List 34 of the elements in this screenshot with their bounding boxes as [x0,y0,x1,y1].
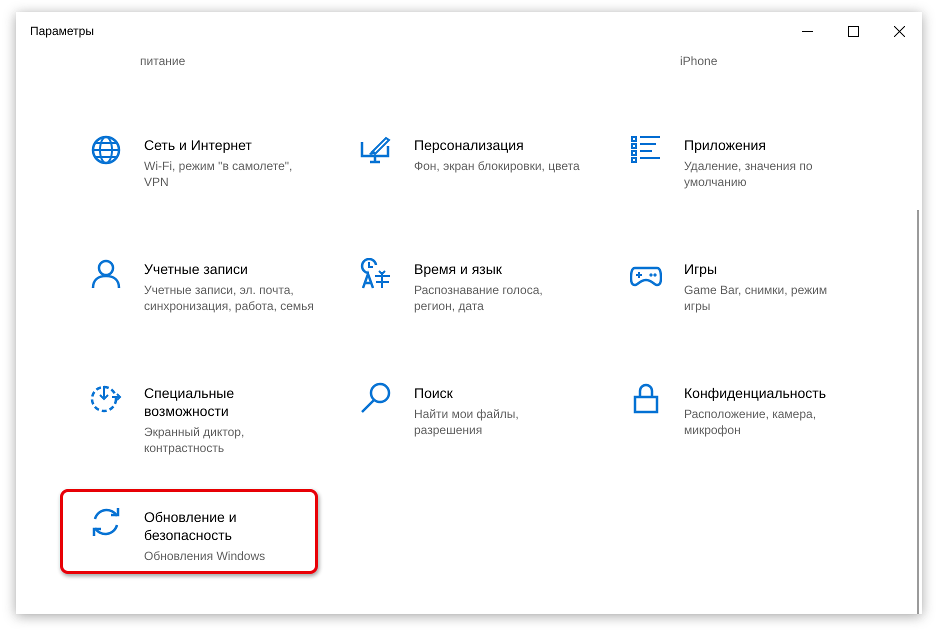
category-title: Поиск [414,384,454,402]
close-icon [894,26,904,36]
category-description: питание [140,54,186,68]
category-description: Фон, экран блокировки, цвета [414,158,581,174]
category-title: Специальные возможности [144,384,236,420]
clock-letters-icon [360,258,392,290]
window-title: Параметры [30,23,94,40]
category-title: Игры [684,260,718,278]
monitor-brush-icon [360,134,392,166]
category-description: Удаление, значения по умолчанию [684,158,814,190]
category-title: Приложения [684,136,767,154]
category-title: Время и язык [414,260,503,278]
scrollbar[interactable] [917,210,919,614]
category-description: Распознавание голоса, регион, дата [414,282,544,314]
minimize-icon [802,30,812,32]
category-description: Wi-Fi, режим "в самолете", VPN [144,158,294,190]
category-description: Game Bar, снимки, режим игры [684,282,828,314]
category-description: Учетные записи, эл. почта, синхронизация, работа, семья [144,282,314,314]
category-description: Найти мои файлы, разрешения [414,406,520,438]
category-description: Расположение, камера, микрофон [684,406,818,438]
globe-icon [90,134,122,166]
category-description: iPhone [680,54,718,68]
category-title: Конфиденциальность [684,384,828,402]
category-title: Обновление и безопасность [144,508,238,544]
person-icon [90,258,122,290]
list-icon [630,134,662,166]
sync-icon [90,506,122,538]
category-title: Учетные записи [144,260,249,278]
category-title: Персонализация [414,136,525,154]
maximize-icon [848,26,858,36]
category-title: Сеть и Интернет [144,136,253,154]
search-icon [360,382,392,414]
category-description: Обновления Windows [144,548,266,564]
category-description: Экранный диктор, контрастность [144,424,246,456]
